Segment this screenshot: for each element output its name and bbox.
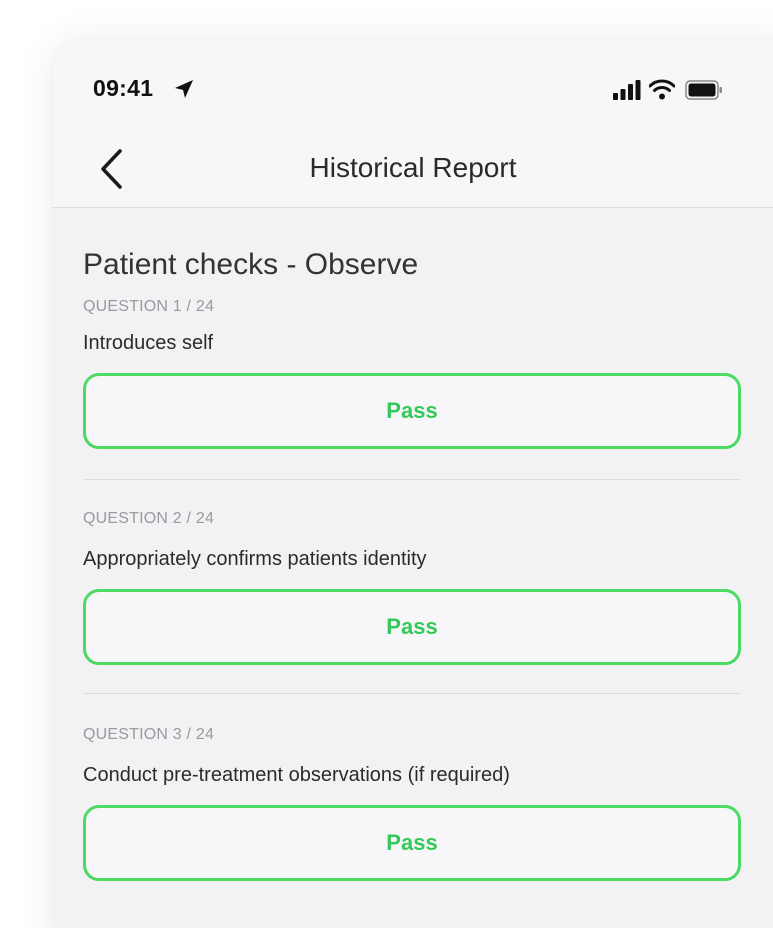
- phone-screen: 09:41 Historical Report Patient checks -…: [53, 40, 773, 928]
- status-bar: 09:41: [53, 40, 773, 128]
- question-text: Introduces self: [83, 332, 214, 354]
- section-title: Patient checks - Observe: [83, 248, 419, 281]
- screenshot-stage: 09:41 Historical Report Patient checks -…: [0, 0, 773, 928]
- location-arrow-icon: [175, 80, 193, 98]
- battery-icon: [685, 80, 722, 100]
- report-content[interactable]: Patient checks - Observe QUESTION 1 / 24…: [53, 208, 773, 881]
- pass-result-button[interactable]: Pass: [83, 805, 741, 881]
- page-title: Historical Report: [309, 152, 517, 183]
- cellular-signal-icon: [613, 80, 641, 100]
- pass-result-button[interactable]: Pass: [83, 373, 741, 449]
- question-item: QUESTION 2 / 24 Appropriately confirms p…: [83, 510, 763, 665]
- status-time: 09:41: [93, 75, 154, 101]
- question-number: QUESTION 1 / 24: [83, 298, 215, 315]
- navigation-bar: Historical Report: [53, 128, 773, 208]
- question-text: Conduct pre-treatment observations (if r…: [83, 764, 510, 786]
- divider: [83, 693, 741, 694]
- question-item: QUESTION 1 / 24 Introduces self Pass: [83, 298, 763, 449]
- question-number: QUESTION 2 / 24: [83, 510, 215, 527]
- question-number: QUESTION 3 / 24: [83, 726, 215, 743]
- question-text: Appropriately confirms patients identity: [83, 548, 427, 570]
- pass-result-button[interactable]: Pass: [83, 589, 741, 665]
- wifi-icon: [649, 79, 675, 100]
- question-item: QUESTION 3 / 24 Conduct pre-treatment ob…: [83, 726, 763, 881]
- divider: [83, 479, 741, 480]
